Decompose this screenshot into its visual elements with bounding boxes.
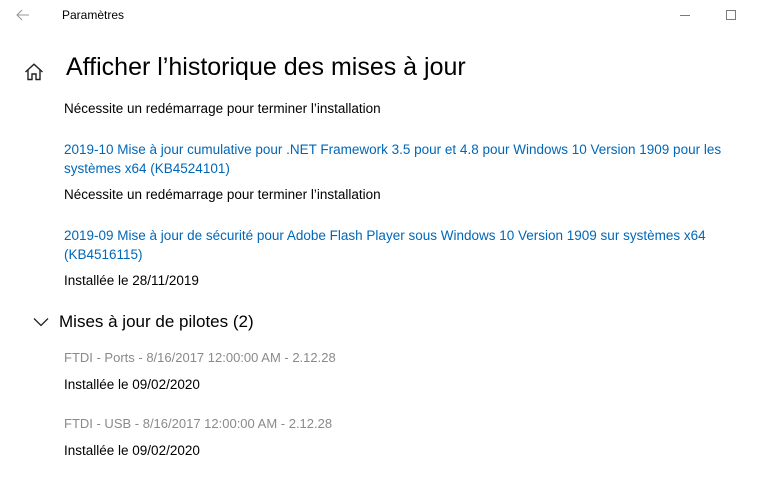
window-title: Paramètres [62, 8, 125, 22]
minimize-icon [680, 15, 690, 16]
update-status: Installée le 09/02/2020 [64, 377, 200, 392]
page-title: Afficher l’historique des mises à jour [66, 53, 466, 81]
maximize-icon [726, 10, 736, 20]
title-bar: Paramètres [0, 0, 759, 30]
list-item: FTDI - Ports - 8/16/2017 12:00:00 AM - 2… [64, 348, 744, 395]
list-item: 2019-09 Mise à jour de sécurité pour Ado… [64, 226, 744, 291]
driver-updates-toggle[interactable]: Mises à jour de pilotes (2) [32, 312, 254, 332]
driver-name: FTDI - Ports - 8/16/2017 12:00:00 AM - 2… [64, 350, 336, 365]
minimize-button[interactable] [662, 0, 708, 30]
update-status: Installée le 28/11/2019 [64, 273, 199, 288]
update-link[interactable]: 2019-10 Mise à jour cumulative pour .NET… [64, 140, 744, 178]
update-link[interactable]: 2019-09 Mise à jour de sécurité pour Ado… [64, 226, 744, 264]
chevron-down-icon [32, 315, 50, 329]
settings-window: Paramètres Afficher l’historique des mis… [0, 0, 759, 483]
update-status: Nécessite un redémarrage pour terminer l… [64, 187, 381, 202]
list-item: 2019-10 Mise à jour cumulative pour .NET… [64, 140, 744, 205]
maximize-button[interactable] [708, 0, 754, 30]
home-button[interactable] [22, 61, 46, 83]
list-item: FTDI - USB - 8/16/2017 12:00:00 AM - 2.1… [64, 414, 744, 461]
section-title: Mises à jour de pilotes (2) [59, 312, 254, 331]
update-status: Nécessite un redémarrage pour terminer l… [64, 101, 381, 116]
driver-name: FTDI - USB - 8/16/2017 12:00:00 AM - 2.1… [64, 416, 333, 431]
list-item: Nécessite un redémarrage pour terminer l… [64, 99, 381, 119]
back-button[interactable] [10, 4, 36, 26]
back-arrow-icon [16, 9, 29, 21]
home-icon [25, 63, 43, 81]
update-status: Installée le 09/02/2020 [64, 443, 200, 458]
